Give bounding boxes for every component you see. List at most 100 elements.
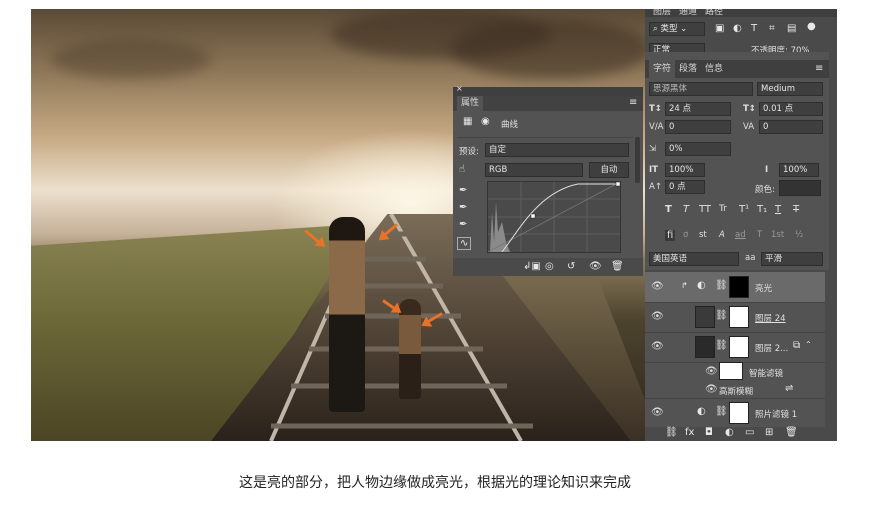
close-icon[interactable]: × [456, 84, 463, 93]
link-layers-icon[interactable]: ⛓ [665, 427, 678, 438]
faux-bold-button[interactable]: T [665, 204, 672, 215]
link-icon: ⛓ [715, 280, 728, 291]
eye-icon[interactable]: 👁 [651, 341, 664, 352]
adjustment-type-label: 曲线 [501, 120, 519, 130]
vertical-scale-field[interactable]: 100% [665, 163, 705, 177]
subscript-button[interactable]: T₁ [757, 204, 767, 215]
view-previous-icon[interactable]: ◎ [545, 261, 554, 272]
layer-thumbnail [695, 336, 715, 358]
eye-icon[interactable]: 👁 [705, 384, 718, 395]
underline-button[interactable]: T [775, 204, 781, 215]
new-layer-icon[interactable]: ⊞ [765, 427, 773, 438]
ordinal-superscript-button[interactable]: 1st [771, 230, 784, 240]
fx-icon[interactable]: fx [685, 427, 694, 438]
superscript-button[interactable]: T¹ [739, 204, 749, 215]
tab-paragraph[interactable]: 段落 [679, 60, 697, 78]
all-caps-button[interactable]: TT [699, 204, 711, 215]
antialias-select[interactable]: 平滑 [761, 252, 823, 266]
eyedropper-gray-icon[interactable]: ✒ [459, 202, 467, 213]
type-filter-icon[interactable]: T [751, 23, 757, 34]
layer-kind-filter[interactable]: ⌕ 类型 ⌄ [649, 22, 705, 36]
auto-button[interactable]: 自动 [589, 162, 629, 178]
target-adjust-icon[interactable]: ☝ [459, 164, 465, 175]
tracking-field[interactable]: 0 [759, 120, 823, 134]
trash-icon[interactable]: 🗑 [611, 261, 624, 272]
faux-italic-button[interactable]: T [683, 204, 689, 215]
filter-toggle-icon[interactable]: ● [807, 21, 816, 32]
new-group-icon[interactable]: ▭ [745, 427, 754, 438]
channel-select[interactable]: RGB [485, 163, 583, 177]
layers-list: 👁 ↱ ◐ ⛓ 亮光 👁 ⛓ 图层 24 👁 ⛓ 图层 2... ⧉ ⌃ 👁 智… [645, 272, 825, 441]
mask-thumbnail [729, 402, 749, 424]
eye-icon[interactable]: 👁 [651, 311, 664, 322]
eye-icon[interactable]: 👁 [651, 281, 664, 292]
font-size-field[interactable]: 24 点 [665, 102, 731, 116]
stylistic-alternates-button[interactable]: A [719, 230, 725, 240]
layer-row[interactable]: 👁 ⛓ 图层 2... ⧉ ⌃ [645, 332, 825, 363]
layer-name: 图层 2... [755, 344, 789, 354]
curve-graph[interactable] [487, 181, 621, 253]
eye-icon[interactable]: 👁 [651, 407, 664, 418]
small-caps-button[interactable]: Tr [719, 204, 727, 214]
layer-row[interactable]: 👁 ⛓ 图层 24 [645, 302, 825, 333]
leading-field[interactable]: 0.01 点 [759, 102, 823, 116]
titling-alternates-button[interactable]: ad [735, 230, 746, 240]
filter-row[interactable]: 👁 高斯模糊 ⇌ [645, 382, 825, 399]
new-adjustment-icon[interactable]: ◐ [725, 427, 734, 438]
shape-filter-icon[interactable]: ⌗ [769, 23, 775, 34]
adjustment-filter-icon[interactable]: ◐ [733, 23, 742, 34]
text-color-swatch[interactable] [779, 180, 821, 196]
smart-filter-row[interactable]: 👁 智能滤镜 [645, 362, 825, 382]
caption-text: 这是亮的部分，把人物边缘做成亮光，根据光的理论知识来完成 [239, 475, 631, 491]
panel-menu-icon[interactable]: ≡ [815, 63, 823, 74]
layer-row[interactable]: 👁 ◐ ⛓ 照片滤镜 1 [645, 398, 825, 429]
filter-options-icon[interactable]: ⇌ [785, 383, 793, 394]
tab-properties[interactable]: 属性 [457, 96, 484, 111]
visibility-icon[interactable]: 👁 [589, 261, 602, 272]
leading-icon: T↕ [743, 104, 756, 114]
smart-object-filter-icon[interactable]: ▤ [787, 23, 796, 34]
scale-percent-field[interactable]: 0% [665, 142, 731, 156]
tab-layers[interactable]: 图层 [653, 9, 671, 21]
horizontal-scale-icon: I [765, 165, 769, 175]
panel-menu-icon[interactable]: ≡ [629, 97, 637, 108]
font-style-select[interactable]: Medium [757, 82, 823, 96]
tab-info[interactable]: 信息 [705, 60, 723, 78]
baseline-shift-field[interactable]: 0 点 [665, 180, 705, 194]
clip-to-layer-icon[interactable]: ↲▣ [523, 261, 541, 272]
tab-channels[interactable]: 通道 [679, 9, 697, 21]
fractions-button[interactable]: ½ [795, 230, 803, 240]
reset-icon[interactable]: ↺ [567, 261, 575, 272]
swash-button[interactable]: st [699, 230, 707, 240]
link-icon: ⛓ [715, 340, 728, 351]
scale-icon: ⇲ [649, 144, 657, 154]
eyedropper-white-icon[interactable]: ✒ [459, 219, 467, 230]
horizontal-scale-field[interactable]: 100% [779, 163, 819, 177]
font-family-select[interactable]: 思源黑体 [649, 82, 753, 96]
discretionary-ligature-button[interactable]: ơ [683, 230, 688, 240]
filter-mask-thumbnail [719, 362, 743, 380]
layers-footer: ⛓ fx ◘ ◐ ▭ ⊞ 🗑 [645, 427, 825, 441]
eye-icon[interactable]: 👁 [705, 366, 718, 377]
collapse-icon[interactable]: ⌃ [805, 340, 812, 349]
preset-select[interactable]: 自定 [485, 143, 629, 157]
strikethrough-button[interactable]: T [793, 204, 799, 215]
layer-row[interactable]: 👁 ↱ ◐ ⛓ 亮光 [645, 272, 825, 303]
pixel-filter-icon[interactable]: ▣ [715, 23, 724, 34]
properties-scrollbar[interactable] [635, 137, 640, 183]
eyedropper-black-icon[interactable]: ✒ [459, 185, 467, 196]
language-select[interactable]: 美国英语 [649, 252, 739, 266]
tab-paths[interactable]: 路径 [705, 9, 723, 21]
curve-draw-icon[interactable]: ∿ [457, 237, 472, 250]
add-mask-icon[interactable]: ◘ [705, 427, 713, 438]
mask-icon[interactable]: ◉ [481, 116, 490, 127]
properties-tabbar: 属性 ≡ [453, 96, 643, 111]
layer-name: 亮光 [755, 284, 773, 294]
ordinals-button[interactable]: T [757, 230, 762, 240]
kerning-field[interactable]: 0 [665, 120, 731, 134]
color-label: 颜色: [755, 185, 775, 195]
ligature-button[interactable]: fi [665, 230, 676, 241]
tab-character[interactable]: 字符 [649, 60, 676, 78]
mask-thumbnail [729, 336, 749, 358]
trash-icon[interactable]: 🗑 [785, 427, 798, 438]
